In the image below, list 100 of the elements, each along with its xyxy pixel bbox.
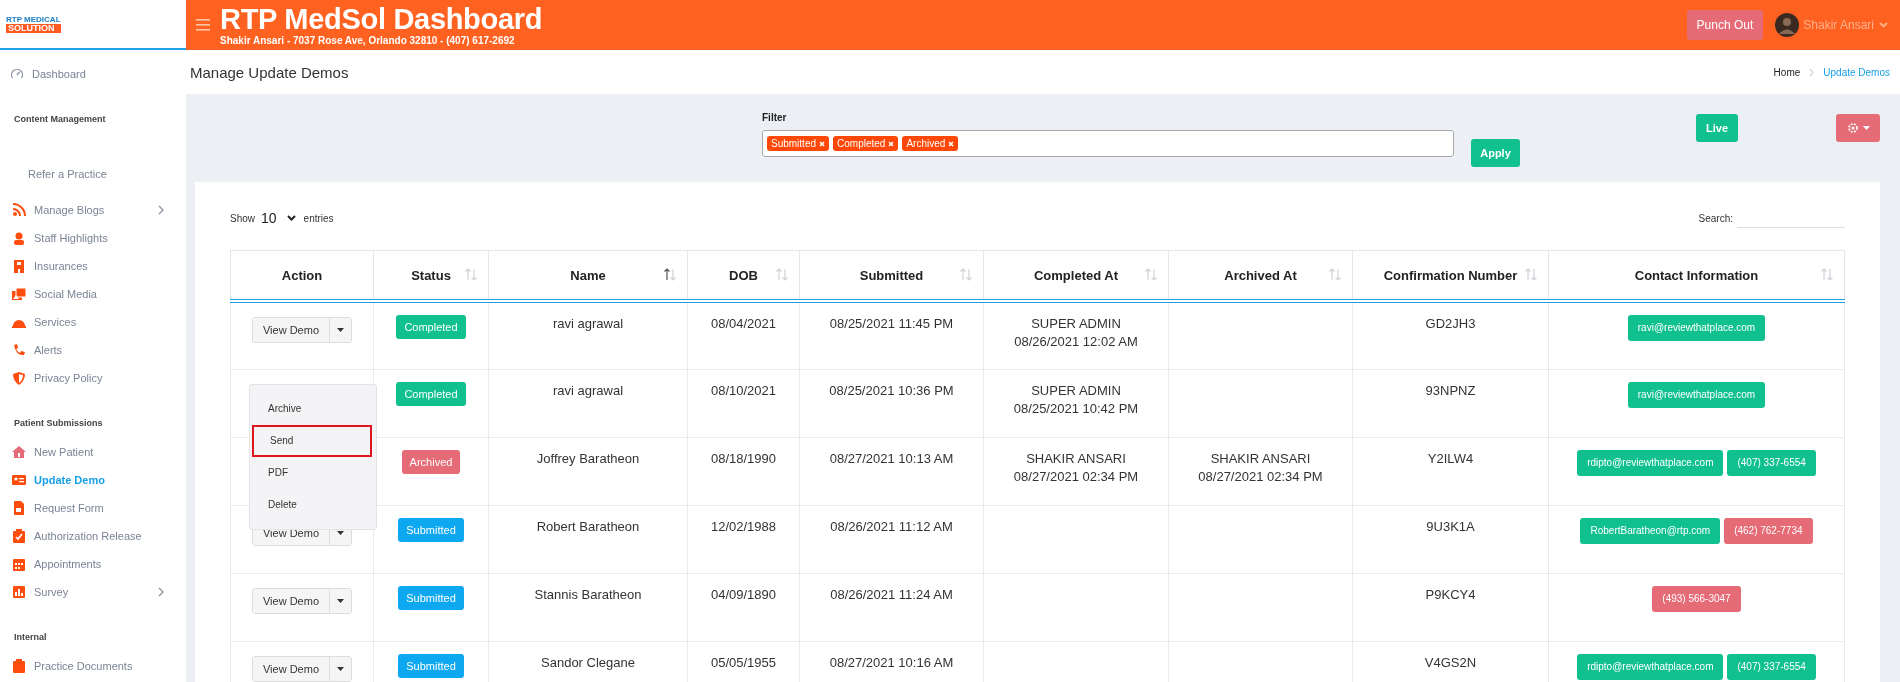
sidebar-item[interactable]: Social Media: [34, 288, 97, 300]
punch-out-button[interactable]: Punch Out: [1686, 10, 1764, 40]
close-icon: [819, 140, 826, 147]
clipboard-icon: [12, 529, 26, 543]
view-demo-button[interactable]: View Demo: [252, 656, 330, 681]
column-header[interactable]: DOB: [729, 267, 758, 283]
table-cell: SHAKIR ANSARI 08/27/2021 02:34 PM: [1013, 450, 1139, 484]
status-badge: Submitted: [398, 653, 464, 678]
view-demo-button[interactable]: View Demo: [252, 588, 330, 613]
sidebar-item[interactable]: Practice Documents: [34, 660, 133, 672]
caret-icon: [337, 598, 344, 603]
sidebar-item[interactable]: Alerts: [34, 344, 63, 356]
id-card-icon: [12, 473, 26, 487]
filter-tag[interactable]: Completed: [833, 136, 899, 151]
table-cell: SUPER ADMIN 08/25/2021 10:42 PM: [1013, 382, 1139, 416]
breadcrumb-link[interactable]: Home: [1773, 66, 1801, 78]
column-header[interactable]: Action: [281, 267, 323, 283]
sidebar-item[interactable]: Dashboard: [32, 68, 86, 80]
table-cell: 08/27/2021 10:16 AM: [829, 654, 954, 670]
entries-label: entries: [303, 212, 334, 224]
table-cell: 04/09/1890: [710, 586, 777, 602]
caret-icon: [1862, 126, 1870, 130]
sidebar-item[interactable]: Update Demo: [34, 474, 105, 486]
table-cell: ravi agrawal: [552, 382, 624, 398]
table-cell: 08/26/2021 11:24 AM: [830, 586, 953, 602]
contact-chip[interactable]: rdipto@reviewthatplace.com: [1577, 653, 1724, 680]
section-heading: Internal: [13, 631, 48, 644]
images-icon: [12, 287, 26, 301]
chevron-down-icon: [286, 215, 296, 221]
table-cell: 08/25/2021 10:36 PM: [829, 382, 954, 398]
table-cell: 08/18/1990: [710, 450, 777, 466]
table-cell: 93NPNZ: [1425, 382, 1476, 398]
menu-item[interactable]: Delete: [252, 488, 372, 521]
caret-icon: [337, 328, 344, 332]
filter-tag[interactable]: Submitted: [767, 136, 830, 151]
column-header[interactable]: Submitted: [859, 267, 924, 283]
building-icon: [12, 259, 26, 273]
sidebar-item[interactable]: New Patient: [34, 446, 94, 458]
filter-tag[interactable]: Archived: [902, 136, 959, 151]
contact-chip[interactable]: (407) 337-6554: [1727, 653, 1816, 680]
settings-button[interactable]: [1836, 114, 1880, 142]
menu-icon: [196, 19, 210, 31]
chevron-right-icon: [1809, 67, 1815, 77]
menu-item[interactable]: Send: [252, 424, 372, 457]
status-badge: Submitted: [398, 517, 464, 542]
bar-chart-icon: [12, 585, 26, 599]
filter-field[interactable]: Submitted Completed Archived: [762, 130, 1454, 157]
logo: RTP MEDICAL SOLUTION: [6, 15, 61, 33]
sidebar-item[interactable]: Insurances: [34, 260, 88, 272]
document-icon: [12, 501, 26, 515]
table-cell: Stannis Baratheon: [534, 586, 642, 602]
sidebar-item[interactable]: Privacy Policy: [34, 372, 103, 384]
section-heading: Patient Submissions: [13, 417, 104, 430]
table-cell: Y2ILW4: [1427, 450, 1474, 466]
page-size-select[interactable]: 10: [261, 210, 296, 226]
avatar-icon: [1775, 13, 1800, 37]
table-cell: SUPER ADMIN 08/26/2021 12:02 AM: [1014, 316, 1138, 349]
sidebar-item[interactable]: Authorization Release: [34, 530, 142, 542]
dashboard-title: RTP MedSol Dashboard: [220, 3, 543, 35]
column-header[interactable]: Completed At: [1034, 267, 1118, 283]
table-cell: 08/25/2021 11:45 PM: [829, 316, 954, 331]
table-cell: 08/26/2021 11:12 AM: [830, 518, 953, 534]
contact-chip[interactable]: rdipto@reviewthatplace.com: [1577, 449, 1724, 476]
contact-chip[interactable]: ravi@reviewthatplace.com: [1627, 381, 1766, 408]
column-header[interactable]: Contact Information: [1634, 267, 1759, 283]
caret-icon: [337, 666, 344, 671]
column-header[interactable]: Name: [570, 267, 606, 283]
contact-chip[interactable]: ravi@reviewthatplace.com: [1627, 315, 1766, 341]
column-header[interactable]: Status: [411, 267, 451, 283]
sidebar-item[interactable]: Manage Blogs: [34, 204, 105, 216]
clipboard-icon: [12, 659, 26, 673]
sidebar-item[interactable]: Appointments: [34, 558, 102, 570]
status-badge: Archived: [401, 449, 461, 474]
contact-chip[interactable]: RobertBaratheon@rtp.com: [1580, 517, 1721, 544]
search-label: Search:: [1698, 212, 1733, 224]
table-cell: 08/27/2021 10:13 AM: [829, 450, 954, 466]
close-icon: [948, 140, 955, 147]
apply-button[interactable]: Apply: [1471, 139, 1520, 167]
sidebar-item[interactable]: Refer a Practice: [28, 168, 107, 180]
contact-chip[interactable]: (493) 566-3047: [1652, 585, 1741, 612]
address-line: Shakir Ansari - 7037 Rose Ave, Orlando 32810 - (407) 617-2692: [220, 35, 516, 47]
column-header[interactable]: Archived At: [1224, 267, 1297, 283]
live-button[interactable]: Live: [1696, 114, 1738, 142]
view-demo-button[interactable]: View Demo: [252, 318, 330, 342]
contact-chip[interactable]: (407) 337-6554: [1727, 449, 1816, 476]
table-cell: 08/10/2021: [710, 382, 777, 398]
breadcrumb-link[interactable]: Update Demos: [1823, 66, 1890, 78]
rss-icon: [12, 203, 26, 217]
sidebar-item[interactable]: Services: [34, 316, 77, 328]
status-badge: Completed: [396, 315, 466, 339]
sidebar-item[interactable]: Request Form: [34, 502, 104, 514]
shield-icon: [12, 371, 26, 385]
filter-label: Filter: [762, 112, 788, 123]
contact-chip[interactable]: (462) 762-7734: [1724, 517, 1813, 544]
sidebar-item[interactable]: Survey: [34, 586, 69, 598]
phone-icon: [12, 343, 26, 357]
gauge-icon: [10, 67, 24, 81]
sidebar-item[interactable]: Staff Highlights: [34, 232, 108, 244]
table-cell: P9KCY4: [1425, 586, 1476, 602]
table-cell: 08/04/2021: [710, 316, 777, 331]
